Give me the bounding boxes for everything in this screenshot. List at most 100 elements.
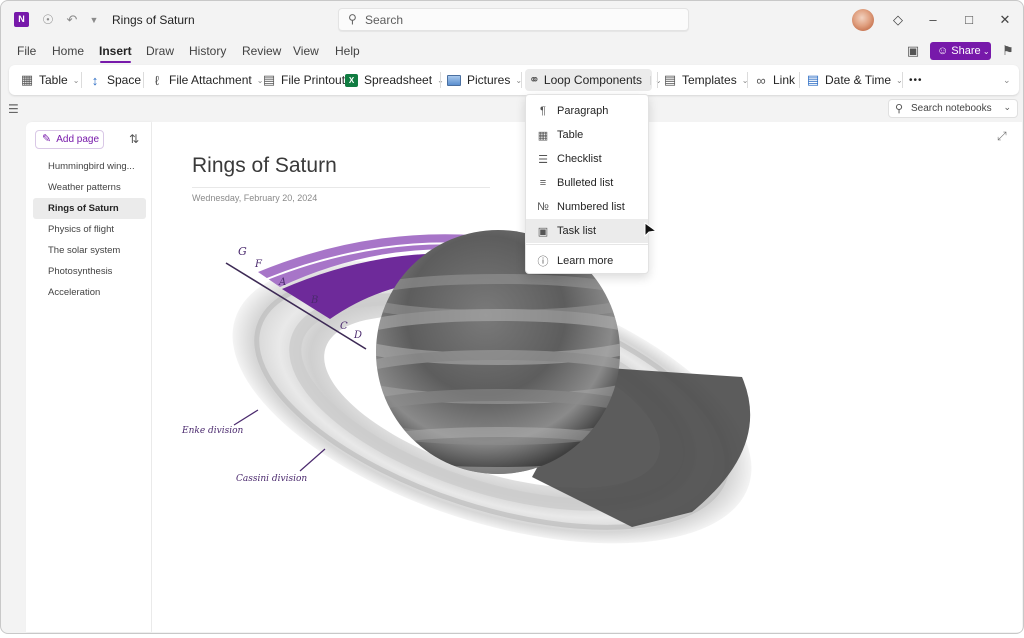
ring-label-a: A [278,277,286,288]
search-notebooks-placeholder: Search notebooks [911,103,992,114]
loop-components-menu: ¶ Paragraph ▦ Table ☰ Checklist ≡ Bulleted l… [525,94,649,274]
close-icon[interactable]: ✕ [995,10,1015,30]
page-list-item[interactable]: Physics of flight [33,219,146,240]
ring-label-b: B [310,295,318,306]
title-bar: N ☉ ↶ ▼ Rings of Saturn ⚲ Search ◇ – □ ✕ [1,1,1023,39]
tab-history[interactable]: History [189,44,226,58]
excel-icon: X [345,73,358,87]
ribbon-collapse-icon[interactable]: ⌄ [1003,69,1011,91]
tab-view[interactable]: View [293,44,319,58]
ribbon-loop-components-label: Loop Components [543,73,642,87]
page-list-item[interactable]: The solar system [33,240,146,261]
chevron-down-icon[interactable]: ⌄ [1003,102,1011,113]
encke-arrow [233,409,259,426]
info-icon: ⓘ [537,256,549,268]
page-list-item[interactable]: Hummingbird wing... [33,156,146,177]
saturn-diagram[interactable]: G F A B C D Enke division Cassini divisi… [172,227,792,547]
more-options-button[interactable]: ••• [909,69,923,91]
tab-home[interactable]: Home [52,44,84,58]
menu-item-label: Paragraph [557,105,609,117]
search-notebooks-input[interactable]: ⚲ Search notebooks ⌄ [888,99,1018,118]
tab-draw[interactable]: Draw [146,44,174,58]
page-list-item[interactable]: Weather patterns [33,177,146,198]
feedback-icon[interactable]: ⚑ [999,42,1017,60]
ribbon-date-time-label: Date & Time [825,73,892,87]
ribbon-file-printout-button[interactable]: ▤ File Printout [261,69,345,91]
tab-file[interactable]: File [17,44,36,58]
page-date: Wednesday, February 20, 2024 [192,193,318,203]
ribbon-templates-button[interactable]: ▤ Templates ⌄ [662,69,749,91]
minimize-icon[interactable]: – [923,10,943,30]
ribbon-file-attachment-label: File Attachment [169,73,252,87]
menu-item-label: Numbered list [557,201,625,213]
cassini-division-label: Cassini division [236,474,307,484]
search-icon: ⚲ [348,12,357,26]
ribbon-separator [521,72,522,88]
ribbon-space-button[interactable]: ↕ Space [87,69,141,91]
title-divider [192,187,490,188]
printout-icon: ▤ [262,72,276,87]
table-icon: ▦ [20,72,34,87]
loop-icon: ⚭ [529,72,540,87]
share-button[interactable]: ☺ Share ⌄ [930,42,991,60]
ribbon-link-button[interactable]: ∞ Link [753,69,795,91]
ring-label-c: C [340,321,348,332]
menu-item-learn-more[interactable]: ⓘ Learn more [526,249,648,273]
menu-item-paragraph[interactable]: ¶ Paragraph [526,99,648,123]
ribbon-separator [143,72,144,88]
add-page-button[interactable]: ✎ Add page [35,130,104,149]
ribbon-file-attachment-button[interactable]: ℓ File Attachment ⌄ [149,69,264,91]
search-input[interactable]: ⚲ Search [338,8,689,31]
ribbon-separator [440,72,441,88]
page-title[interactable]: Rings of Saturn [192,154,337,178]
share-icon: ☺ [937,45,952,57]
chevron-down-icon: ⌄ [980,47,990,56]
menu-item-checklist[interactable]: ☰ Checklist [526,147,648,171]
undo-icon[interactable]: ↶ [63,11,81,29]
menu-item-label: Bulleted list [557,177,614,189]
navigation-toggle-icon[interactable]: ☰ [8,102,19,116]
templates-icon: ▤ [663,72,677,87]
ribbon-table-label: Table [39,73,68,87]
ribbon-space-label: Space [107,73,142,87]
page-list-item[interactable]: Photosynthesis [33,261,146,282]
tab-help[interactable]: Help [335,44,360,58]
ribbon-link-label: Link [773,73,796,87]
encke-division-label: Enke division [181,426,244,436]
menu-item-label: Table [557,129,584,141]
customize-qat-icon[interactable]: ▼ [85,11,103,29]
chevron-down-icon[interactable]: ⌄ [649,75,662,85]
add-page-icon: ✎ [42,133,52,145]
ribbon-loop-components-button[interactable]: ⚭ Loop Components ⌄ [525,69,662,91]
add-page-label: Add page [56,134,100,145]
menu-item-bulleted-list[interactable]: ≡ Bulleted list [526,171,648,195]
ribbon-templates-label: Templates [682,73,737,87]
pages-panel: ✎ Add page ⇅ Hummingbird wing... Weather … [26,122,151,632]
pictures-icon [447,74,461,86]
search-icon: ⚲ [895,103,904,115]
premium-diamond-icon[interactable]: ◇ [888,10,908,30]
ring-label-d: D [353,330,362,341]
tab-review[interactable]: Review [242,44,281,58]
sort-pages-icon[interactable]: ⇅ [129,132,139,146]
ring-label-g: G [238,245,247,258]
back-icon[interactable]: ☉ [39,11,57,29]
ribbon-table-button[interactable]: ▦ Table ⌄ [19,69,80,91]
fullscreen-expand-icon[interactable]: ⤢ [997,129,1007,144]
page-list-item[interactable]: Acceleration [33,282,146,303]
checklist-icon: ☰ [538,153,548,166]
maximize-icon[interactable]: □ [959,10,979,30]
chevron-down-icon: ⌄ [72,75,80,85]
menu-item-task-list[interactable]: ▣ Task list [526,219,648,243]
ribbon-date-time-button[interactable]: ▤ Date & Time ⌄ [805,69,903,91]
search-placeholder: Search [365,13,404,27]
ribbon-pictures-button[interactable]: Pictures ⌄ [447,69,522,91]
page-list-item-selected[interactable]: Rings of Saturn [33,198,146,219]
menu-item-table[interactable]: ▦ Table [526,123,648,147]
menu-item-label: Learn more [557,255,614,267]
menu-item-numbered-list[interactable]: № Numbered list [526,195,648,219]
ribbon-spreadsheet-button[interactable]: XSpreadsheet⌄ [345,69,444,91]
tab-insert[interactable]: Insert [99,44,132,63]
avatar[interactable] [852,9,874,31]
sticky-notes-icon[interactable]: ▣ [904,42,922,60]
